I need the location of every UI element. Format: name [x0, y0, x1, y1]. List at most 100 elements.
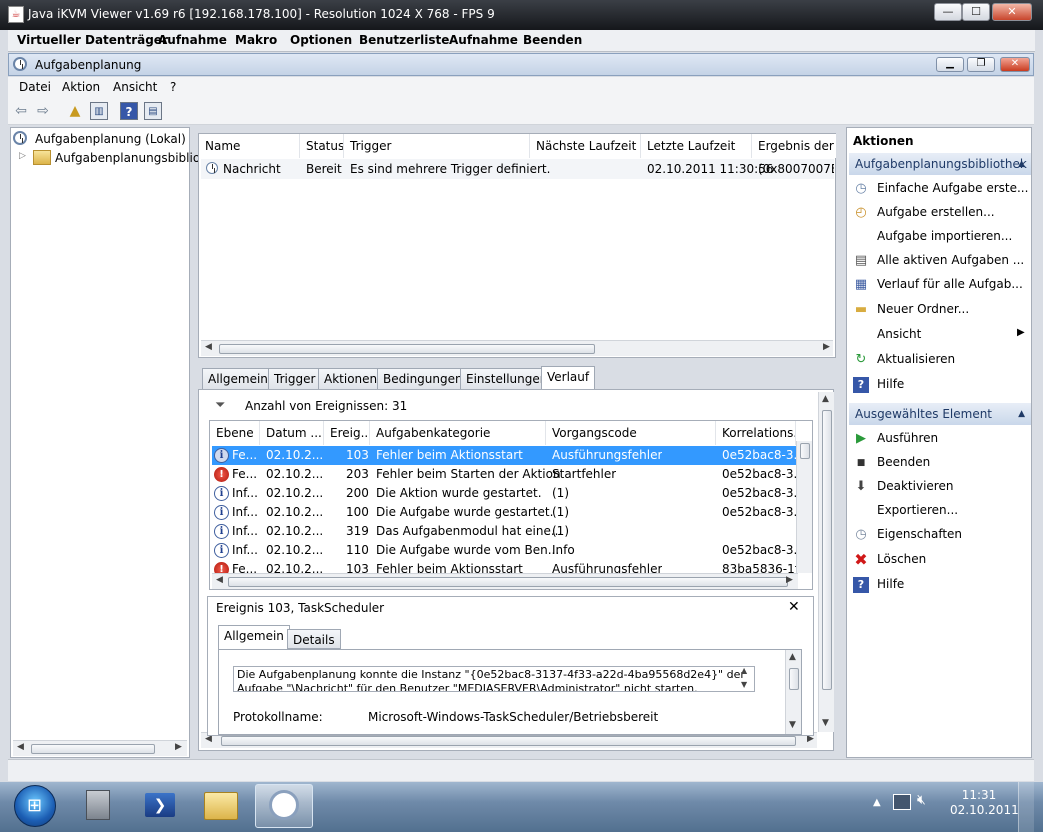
filter-icon[interactable]: ⏷	[215, 398, 225, 413]
taskbar-explorer[interactable]	[192, 784, 250, 828]
tray-expand-icon[interactable]: ▲	[873, 797, 881, 808]
menu-help[interactable]: ?	[170, 80, 176, 94]
action-new-folder[interactable]: ▬ Neuer Ordner...	[855, 302, 969, 317]
event-row[interactable]: i Inf... 02.10.2... 200 Die Aktion wurde…	[212, 484, 805, 503]
tasks-horizontal-scrollbar[interactable]: ◀ ▶	[201, 340, 833, 356]
history-vertical-scrollbar[interactable]: ▲ ▼	[818, 392, 834, 732]
col-opcode[interactable]: Vorgangscode	[546, 421, 716, 445]
kvm-menu-record-2[interactable]: Aufnahme	[449, 33, 518, 47]
action-end[interactable]: ■ Beenden	[857, 455, 930, 469]
action-help-selected[interactable]: ? Hilfe	[853, 577, 904, 593]
col-trigger[interactable]: Trigger	[344, 134, 530, 158]
tree-item-library[interactable]: ▷ Aufgabenplanungsbibliot	[19, 150, 205, 168]
kvm-menu-exit[interactable]: Beenden	[523, 33, 582, 47]
close-detail-icon[interactable]: ✕	[788, 599, 800, 615]
back-arrow-icon[interactable]: ⇦	[12, 102, 30, 120]
tab-bedingungen[interactable]: Bedingungen	[377, 368, 469, 390]
mmc-close-button[interactable]: ✕	[1000, 57, 1030, 72]
tab-aktionen[interactable]: Aktionen	[318, 368, 384, 390]
action-help[interactable]: ? Hilfe	[853, 377, 904, 393]
event-row[interactable]: ! Fe... 02.10.2... 203 Fehler beim Start…	[212, 465, 805, 484]
col-next-run[interactable]: Nächste Laufzeit	[530, 134, 641, 158]
message-scroll-down-icon[interactable]: ▼	[741, 680, 747, 689]
events-vertical-scrollbar[interactable]	[796, 441, 812, 573]
close-button[interactable]: ✕	[992, 3, 1032, 21]
action-create-task[interactable]: ◴ Aufgabe erstellen...	[855, 205, 994, 220]
network-icon[interactable]	[893, 794, 911, 810]
action-disable[interactable]: ⬇ Deaktivieren	[856, 479, 954, 494]
speaker-muted-icon[interactable]: 🔇︎	[917, 792, 926, 808]
menu-ansicht[interactable]: Ansicht	[113, 80, 157, 94]
col-date[interactable]: Datum ...	[260, 421, 324, 445]
action-export[interactable]: Exportieren...	[877, 503, 958, 517]
action-show-running-tasks[interactable]: ▤ Alle aktiven Aufgaben ...	[855, 253, 1024, 268]
show-hide-actions-icon[interactable]: ▤	[144, 102, 162, 120]
kvm-menu-macro[interactable]: Makro	[235, 33, 277, 47]
action-view[interactable]: Ansicht ▶	[877, 327, 1027, 341]
task-scheduler-icon	[13, 57, 27, 71]
info-icon: i	[214, 543, 229, 558]
event-row[interactable]: ! Fe... 02.10.2... 103 Fehler beim Aktio…	[212, 560, 796, 573]
col-correlation[interactable]: Korrelations...	[716, 421, 796, 445]
show-desktop-button[interactable]	[1018, 782, 1034, 832]
maximize-button[interactable]: ☐	[962, 3, 990, 21]
collapse-icon[interactable]: ▲	[1018, 403, 1025, 425]
action-properties[interactable]: ◷ Eigenschaften	[855, 527, 962, 542]
action-run[interactable]: ▶ Ausführen	[856, 431, 938, 446]
tray-time: 11:31	[961, 788, 997, 802]
tab-allgemein[interactable]: Allgemein	[202, 368, 274, 390]
taskbar-server-manager[interactable]	[70, 784, 128, 828]
col-category[interactable]: Aufgabenkategorie	[370, 421, 546, 445]
col-name[interactable]: Name	[199, 134, 300, 158]
show-hide-tree-icon[interactable]: ▥	[90, 102, 108, 120]
col-level[interactable]: Ebene	[210, 421, 260, 445]
menu-aktion[interactable]: Aktion	[62, 80, 100, 94]
help-icon[interactable]: ?	[120, 102, 138, 120]
action-create-basic-task[interactable]: ◷ Einfache Aufgabe erste...	[855, 181, 1028, 196]
mmc-restore-button[interactable]: ❐	[967, 57, 995, 72]
mmc-minimize-button[interactable]: ▁	[936, 57, 964, 72]
detail-vertical-scrollbar[interactable]: ▲ ▼	[785, 650, 801, 734]
actions-section-library[interactable]: Aufgabenplanungsbibliothek ▲	[849, 153, 1031, 175]
kvm-menu-options[interactable]: Optionen	[290, 33, 352, 47]
detail-tab-allgemein[interactable]: Allgemein	[218, 625, 290, 649]
taskbar-powershell[interactable]: ❯	[131, 784, 189, 828]
kvm-menu-record[interactable]: Aufnahme	[158, 33, 227, 47]
tab-trigger[interactable]: Trigger	[268, 368, 322, 390]
action-refresh[interactable]: ↻ Aktualisieren	[856, 352, 956, 367]
tab-einstellungen[interactable]: Einstellungen	[460, 368, 554, 390]
col-status[interactable]: Status	[300, 134, 344, 158]
action-import-task[interactable]: Aufgabe importieren...	[877, 229, 1012, 243]
event-message[interactable]: Die Aufgabenplanung konnte die Instanz "…	[233, 666, 755, 692]
start-button[interactable]: ⊞	[14, 785, 56, 827]
event-row[interactable]: i Inf... 02.10.2... 100 Die Aufgabe wurd…	[212, 503, 805, 522]
collapse-icon[interactable]: ▲	[1018, 153, 1025, 175]
toolbar: ⇦ ⇨ ▲ ▥ ? ▤	[8, 98, 1034, 125]
kvm-menu-userlist[interactable]: Benutzerliste	[359, 33, 449, 47]
tree-item-root-label: Aufgabenplanung (Lokal)	[35, 132, 186, 146]
status-bar	[8, 759, 1034, 781]
detail-tab-details[interactable]: Details	[287, 629, 341, 649]
minimize-button[interactable]: —	[934, 3, 962, 21]
tray-clock[interactable]: 11:31 02.10.2011	[950, 788, 1019, 818]
kvm-menu-virtual-media[interactable]: Virtueller Datenträger	[17, 33, 168, 47]
event-row[interactable]: i Inf... 02.10.2... 110 Die Aufgabe wurd…	[212, 541, 805, 560]
message-scroll-up-icon[interactable]: ▲	[741, 666, 747, 675]
event-row[interactable]: i Fe... 02.10.2... 103 Fehler beim Aktio…	[212, 446, 805, 465]
up-folder-icon[interactable]: ▲	[66, 102, 84, 120]
col-last-run[interactable]: Letzte Laufzeit	[641, 134, 752, 158]
actions-section-selected[interactable]: Ausgewähltes Element ▲	[849, 403, 1031, 425]
task-row[interactable]: Nachricht Bereit Es sind mehrere Trigger…	[201, 159, 834, 179]
event-row[interactable]: i Inf... 02.10.2... 319 Das Aufgabenmodu…	[212, 522, 796, 541]
col-last-result[interactable]: Ergebnis der le	[752, 134, 836, 158]
menu-datei[interactable]: Datei	[19, 80, 51, 94]
tab-verlauf[interactable]: Verlauf	[541, 366, 596, 391]
action-enable-history[interactable]: ▦ Verlauf für alle Aufgab...	[855, 277, 1023, 292]
forward-arrow-icon[interactable]: ⇨	[34, 102, 52, 120]
taskbar-task-scheduler[interactable]	[255, 784, 313, 828]
col-event-id[interactable]: Ereig...	[324, 421, 370, 445]
events-horizontal-scrollbar[interactable]: ◀ ▶	[212, 573, 798, 589]
expand-arrow-icon[interactable]: ▷	[19, 151, 26, 161]
tree-horizontal-scrollbar[interactable]: ◀ ▶	[13, 740, 187, 756]
action-delete[interactable]: ✖ Löschen	[854, 552, 926, 568]
